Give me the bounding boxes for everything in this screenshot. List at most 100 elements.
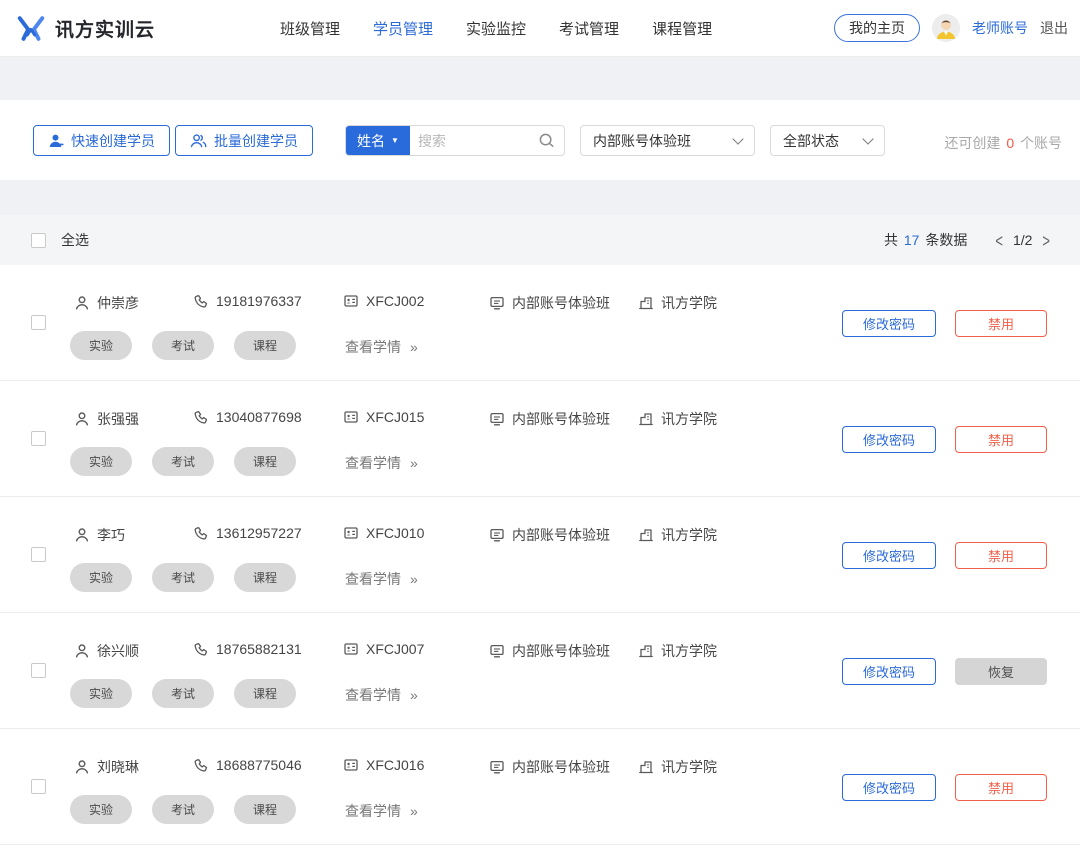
tag-exam[interactable]: 考试 (152, 447, 214, 476)
account-name[interactable]: 老师账号 (972, 18, 1028, 38)
monitor-icon (489, 527, 505, 543)
search-field-selector[interactable]: 姓名 ▼ (346, 126, 410, 155)
student-name: 徐兴顺 (97, 641, 139, 661)
id-card-icon (343, 641, 359, 657)
quick-create-label: 快速创建学员 (71, 131, 155, 151)
double-chevron-right-icon: » (410, 571, 418, 587)
account-quota-text: 还可创建 0 个账号 (944, 133, 1062, 153)
class-filter-value: 内部账号体验班 (593, 131, 691, 151)
module-tags: 实验 考试 课程 (70, 563, 296, 592)
monitor-icon (489, 759, 505, 775)
id-card-icon (343, 409, 359, 425)
view-progress-link[interactable]: 查看学情 » (345, 569, 418, 589)
user-icon (74, 643, 90, 659)
tag-exam[interactable]: 考试 (152, 795, 214, 824)
class-filter-select[interactable]: 内部账号体验班 (580, 125, 755, 156)
toggle-state-button[interactable]: 禁用 (955, 774, 1047, 801)
toggle-state-button[interactable]: 恢复 (955, 658, 1047, 685)
row-checkbox[interactable] (31, 315, 46, 330)
select-all-checkbox[interactable] (31, 233, 46, 248)
view-progress-link[interactable]: 查看学情 » (345, 685, 418, 705)
view-progress-link[interactable]: 查看学情 » (345, 337, 418, 357)
nav-experiment-monitor[interactable]: 实验监控 (466, 18, 526, 39)
student-phone: 19181976337 (216, 293, 302, 309)
change-password-button[interactable]: 修改密码 (842, 310, 936, 337)
tag-exam[interactable]: 考试 (152, 331, 214, 360)
student-class: 内部账号体验班 (512, 409, 610, 429)
caret-down-icon: ▼ (391, 136, 399, 145)
tag-course[interactable]: 课程 (234, 331, 296, 360)
tag-experiment[interactable]: 实验 (70, 795, 132, 824)
nav-course-management[interactable]: 课程管理 (652, 18, 712, 39)
search-group: 姓名 ▼ (345, 125, 565, 156)
nav-exam-management[interactable]: 考试管理 (559, 18, 619, 39)
student-row: 徐兴顺 18765882131 XFCJ007 (0, 613, 1080, 729)
brand-name: 讯方实训云 (55, 15, 155, 42)
filter-toolbar: 快速创建学员 批量创建学员 姓名 ▼ 内部账号体验班 全部状态 还可创建 0 个… (0, 100, 1080, 180)
select-all-label: 全选 (61, 230, 89, 250)
next-page-icon[interactable]: > (1042, 230, 1050, 251)
prev-page-icon[interactable]: < (995, 230, 1003, 251)
student-class: 内部账号体验班 (512, 641, 610, 661)
student-row: 张强强 13040877698 XFCJ015 (0, 381, 1080, 497)
student-code: XFCJ010 (366, 525, 424, 541)
search-icon[interactable] (538, 126, 564, 155)
search-field-label: 姓名 (357, 131, 385, 151)
row-actions: 修改密码 禁用 (842, 310, 1047, 337)
search-input[interactable] (410, 126, 538, 155)
change-password-button[interactable]: 修改密码 (842, 774, 936, 801)
tag-experiment[interactable]: 实验 (70, 563, 132, 592)
row-checkbox[interactable] (31, 431, 46, 446)
toggle-state-button[interactable]: 禁用 (955, 426, 1047, 453)
building-icon (638, 295, 654, 311)
building-icon (638, 643, 654, 659)
logout-link[interactable]: 退出 (1040, 18, 1068, 38)
tag-exam[interactable]: 考试 (152, 563, 214, 592)
avatar[interactable] (932, 14, 960, 42)
chevron-down-icon (862, 133, 873, 144)
view-progress-link[interactable]: 查看学情 » (345, 453, 418, 473)
tag-exam[interactable]: 考试 (152, 679, 214, 708)
row-actions: 修改密码 禁用 (842, 774, 1047, 801)
change-password-button[interactable]: 修改密码 (842, 426, 936, 453)
row-actions: 修改密码 禁用 (842, 542, 1047, 569)
monitor-icon (489, 295, 505, 311)
double-chevron-right-icon: » (410, 803, 418, 819)
change-password-button[interactable]: 修改密码 (842, 542, 936, 569)
row-checkbox[interactable] (31, 779, 46, 794)
tag-course[interactable]: 课程 (234, 563, 296, 592)
view-progress-link[interactable]: 查看学情 » (345, 801, 418, 821)
phone-icon (193, 293, 209, 309)
toggle-state-button[interactable]: 禁用 (955, 310, 1047, 337)
tag-course[interactable]: 课程 (234, 447, 296, 476)
chevron-down-icon (732, 133, 743, 144)
tag-course[interactable]: 课程 (234, 795, 296, 824)
student-class: 内部账号体验班 (512, 757, 610, 777)
people-icon (190, 133, 207, 149)
my-homepage-button[interactable]: 我的主页 (834, 14, 920, 42)
row-checkbox[interactable] (31, 547, 46, 562)
user-icon (74, 527, 90, 543)
toggle-state-button[interactable]: 禁用 (955, 542, 1047, 569)
student-class: 内部账号体验班 (512, 525, 610, 545)
tag-experiment[interactable]: 实验 (70, 331, 132, 360)
brand[interactable]: 讯方实训云 (16, 15, 155, 42)
phone-icon (193, 641, 209, 657)
total-count-text: 共 17 条数据 (884, 230, 967, 250)
logo-icon (16, 15, 46, 42)
user-icon (74, 759, 90, 775)
quick-create-student-button[interactable]: 快速创建学员 (33, 125, 170, 156)
status-filter-select[interactable]: 全部状态 (770, 125, 885, 156)
nav-student-management[interactable]: 学员管理 (373, 18, 433, 39)
tag-experiment[interactable]: 实验 (70, 447, 132, 476)
main-nav: 班级管理 学员管理 实验监控 考试管理 课程管理 (280, 18, 712, 39)
module-tags: 实验 考试 课程 (70, 679, 296, 708)
batch-create-student-button[interactable]: 批量创建学员 (175, 125, 313, 156)
tag-course[interactable]: 课程 (234, 679, 296, 708)
building-icon (638, 527, 654, 543)
spacer (0, 57, 1080, 100)
row-checkbox[interactable] (31, 663, 46, 678)
tag-experiment[interactable]: 实验 (70, 679, 132, 708)
nav-class-management[interactable]: 班级管理 (280, 18, 340, 39)
change-password-button[interactable]: 修改密码 (842, 658, 936, 685)
